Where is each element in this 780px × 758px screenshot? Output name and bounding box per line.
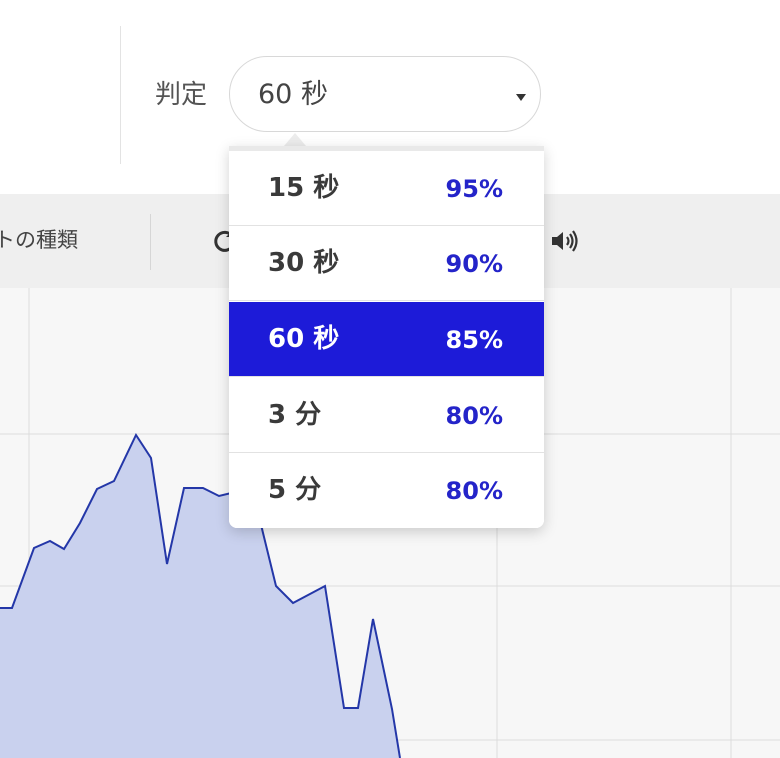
expiry-option-3m[interactable]: 3 分 80% — [229, 378, 544, 453]
option-payout: 80% — [445, 402, 503, 430]
option-payout: 85% — [445, 326, 503, 354]
toolbar-divider — [150, 214, 151, 270]
expiry-dropdown-menu: 15 秒 95% 30 秒 90% 60 秒 85% 3 分 80% 5 分 8… — [229, 146, 544, 528]
option-payout: 95% — [445, 175, 503, 203]
expiry-option-60s[interactable]: 60 秒 85% — [229, 302, 544, 377]
speaker-icon[interactable] — [550, 228, 582, 254]
option-time: 30 秒 — [268, 248, 340, 278]
option-payout: 80% — [445, 477, 503, 505]
expiry-option-30s[interactable]: 30 秒 90% — [229, 226, 544, 301]
expiry-label: 判定 — [155, 80, 208, 110]
expiry-option-5m[interactable]: 5 分 80% — [229, 453, 544, 528]
option-time: 5 分 — [268, 475, 322, 505]
caret-down-icon — [516, 94, 526, 101]
dropdown-pointer — [284, 133, 306, 146]
header-divider — [120, 26, 121, 164]
chart-type-button[interactable]: トの種類 — [0, 224, 78, 256]
option-time: 60 秒 — [268, 324, 340, 354]
option-time: 3 分 — [268, 400, 322, 430]
option-payout: 90% — [445, 250, 503, 278]
expiry-select-value: 60 秒 — [258, 79, 328, 110]
expiry-option-15s[interactable]: 15 秒 95% — [229, 151, 544, 226]
expiry-select[interactable]: 60 秒 — [229, 56, 541, 132]
option-time: 15 秒 — [268, 173, 340, 203]
